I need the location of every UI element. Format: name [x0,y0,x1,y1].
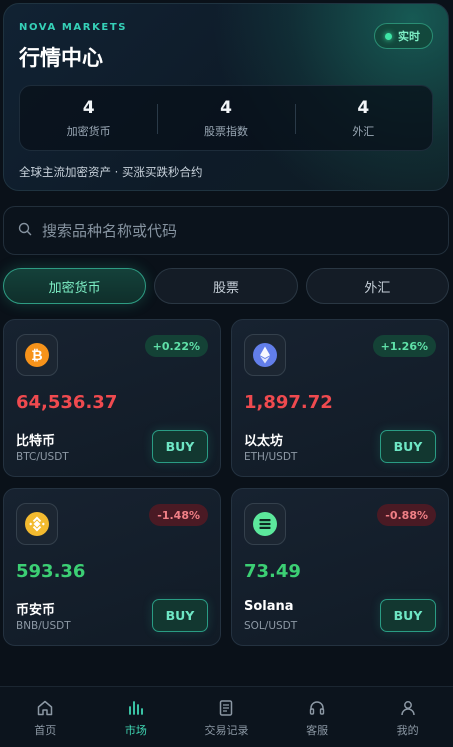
brand-name: NOVA MARKETS [19,22,128,33]
tab-crypto[interactable]: 加密货币 [3,268,147,304]
nav-label: 市场 [124,724,147,737]
nav-item-profile[interactable]: 我的 [362,687,453,747]
market-card-eth[interactable]: +1.26% 1,897.72 以太坊 ETH/USDT BUY [231,319,449,477]
home-icon [38,700,53,716]
svg-text:₿: ₿ [31,348,42,364]
price-value: 64,536.37 [16,392,118,413]
price-change-badge: -0.88% [377,504,436,526]
market-header-card: NOVA MARKETS 行情中心 实时 4 加密货币 4 股票指数 4 外汇 … [3,3,449,191]
coin-icon-frame [244,334,286,376]
stat-value: 4 [220,97,232,118]
nav-label: 交易记录 [204,724,249,737]
price-change-badge: -1.48% [149,504,208,526]
market-card-btc[interactable]: ₿ +0.22% 64,536.37 比特币 BTC/USDT BUY [3,319,221,477]
search-input[interactable] [42,221,448,240]
document-icon [220,700,233,716]
nav-label: 首页 [34,724,57,737]
asset-name: 以太坊 [244,434,284,449]
price-value: 593.36 [16,561,86,582]
live-status-badge: 实时 [374,23,433,49]
category-tabs: 加密货币 股票 外汇 [3,268,449,304]
nav-item-market[interactable]: 市场 [91,687,182,747]
page-title: 行情中心 [19,46,103,70]
live-label: 实时 [398,30,420,43]
stat-stock-index: 4 股票指数 [157,86,294,150]
asset-name: 比特币 [16,434,56,449]
market-card-sol[interactable]: -0.88% 73.49 Solana SOL/USDT BUY [231,488,449,646]
coin-icon-frame [244,503,286,545]
ethereum-icon [253,343,277,367]
nav-label: 我的 [396,724,419,737]
stat-forex: 4 外汇 [294,86,432,150]
coin-icon-frame: ₿ [16,334,58,376]
search-bar[interactable] [3,206,449,255]
tab-stocks[interactable]: 股票 [154,268,298,304]
trading-pair: BNB/USDT [16,620,71,632]
stat-value: 4 [357,97,370,118]
price-value: 1,897.72 [244,392,333,413]
tab-forex[interactable]: 外汇 [305,268,449,304]
stat-label: 加密货币 [66,124,111,138]
header-subtitle: 全球主流加密资产 · 买涨买跌秒合约 [19,165,203,179]
headset-icon [309,701,325,715]
trading-pair: BTC/USDT [16,451,69,463]
asset-name: 币安币 [16,603,56,618]
nav-label: 客服 [306,724,329,737]
price-change-badge: +1.26% [372,335,436,357]
binance-icon [25,512,49,536]
nav-item-support[interactable]: 客服 [272,687,363,747]
market-stats: 4 加密货币 4 股票指数 4 外汇 [19,85,433,151]
asset-name: Solana [244,599,294,614]
live-dot-icon [385,32,392,40]
coin-icon-frame [16,503,58,545]
buy-button[interactable]: BUY [152,599,208,632]
stat-crypto: 4 加密货币 [20,86,157,150]
buy-button[interactable]: BUY [380,599,436,632]
price-value: 73.49 [244,561,301,582]
bottom-nav: 首页 市场 交易记录 客服 我的 [0,686,453,747]
chart-bars-icon [128,701,143,715]
stat-label: 外汇 [352,124,375,138]
price-change-badge: +0.22% [144,335,208,357]
nav-item-home[interactable]: 首页 [0,687,91,747]
market-card-bnb[interactable]: -1.48% 593.36 币安币 BNB/USDT BUY [3,488,221,646]
trading-pair: ETH/USDT [244,451,298,463]
nav-item-trade-history[interactable]: 交易记录 [181,687,272,747]
stat-value: 4 [82,97,95,118]
buy-button[interactable]: BUY [152,430,208,463]
stat-label: 股票指数 [203,124,248,138]
trading-pair: SOL/USDT [244,620,298,632]
bitcoin-icon: ₿ [25,343,49,367]
solana-icon [253,512,277,536]
search-icon [18,221,32,240]
buy-button[interactable]: BUY [380,430,436,463]
user-icon [400,701,415,716]
